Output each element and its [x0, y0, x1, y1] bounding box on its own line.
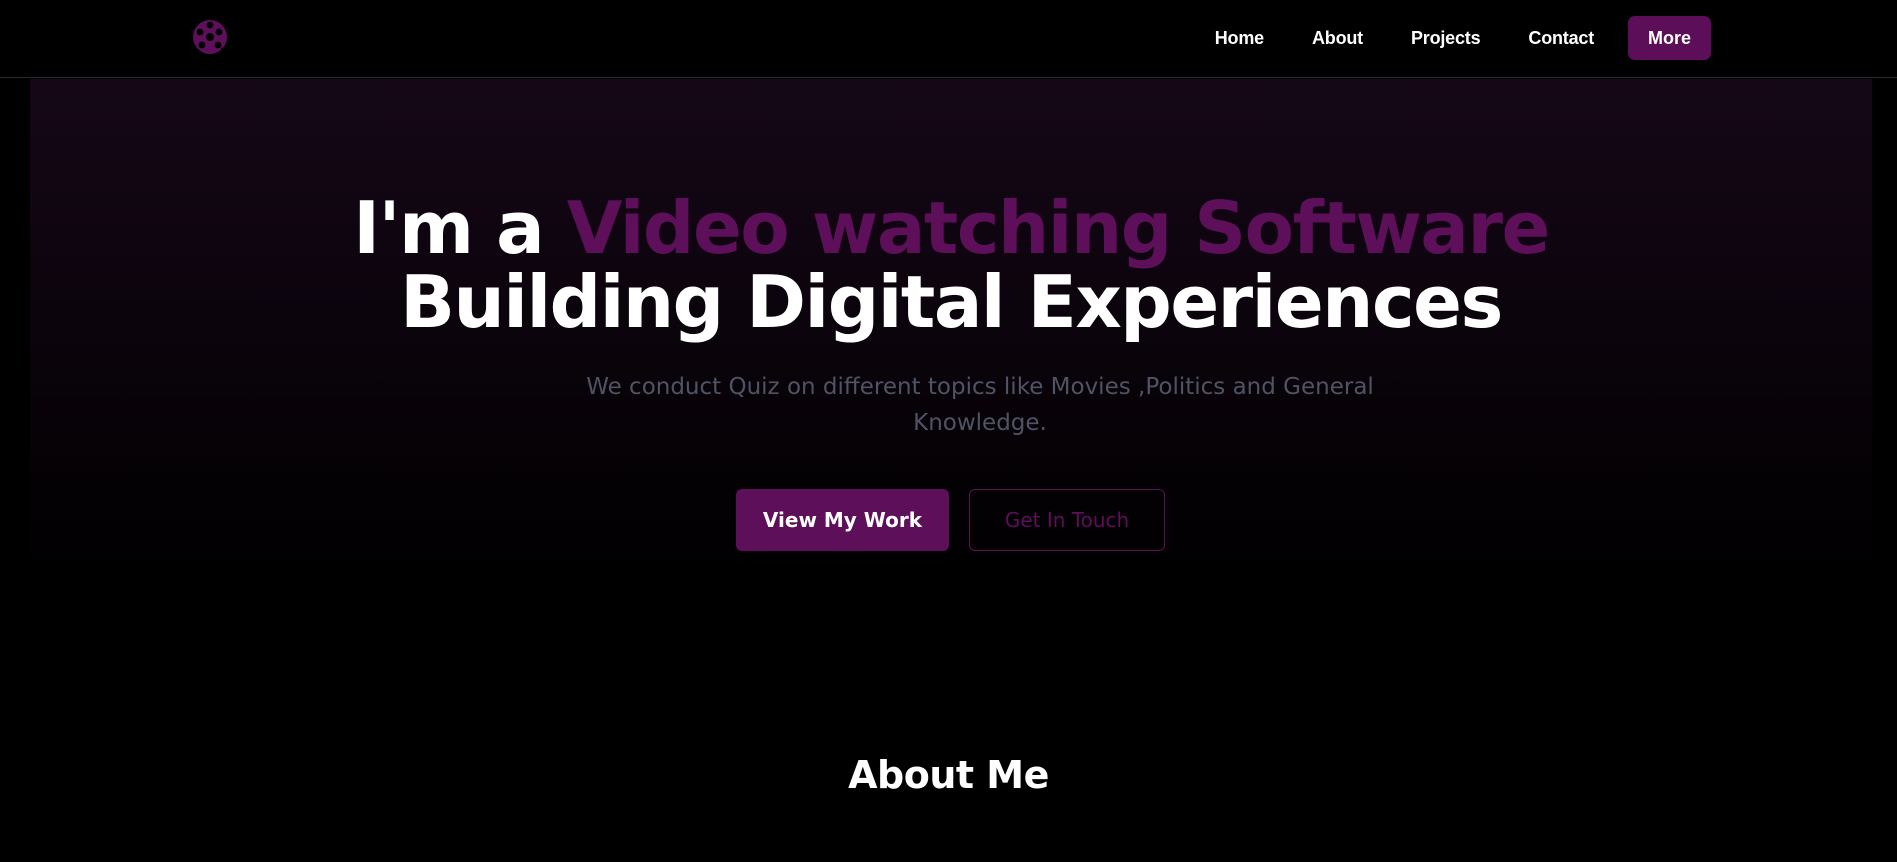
- nav-link-projects[interactable]: Projects: [1387, 16, 1504, 60]
- hero-subtitle: We conduct Quiz on different topics like…: [586, 374, 1374, 436]
- film-reel-icon[interactable]: [192, 18, 228, 56]
- hero-section: I'm a Video watching Software Building D…: [30, 79, 1872, 589]
- nav-link-home[interactable]: Home: [1191, 16, 1288, 60]
- nav-link-contact[interactable]: Contact: [1504, 16, 1618, 60]
- hero-title-line2: Building Digital Experiences: [400, 260, 1503, 344]
- nav-link-about[interactable]: About: [1288, 16, 1387, 60]
- hero-title-prefix: I'm a: [353, 186, 567, 270]
- navbar: Home About Projects Contact More: [0, 0, 1897, 78]
- about-heading: About Me: [848, 753, 1049, 797]
- nav-links: Home About Projects Contact More: [1191, 16, 1711, 60]
- more-button[interactable]: More: [1628, 16, 1711, 60]
- hero-title-accent: Video watching Software: [566, 186, 1551, 270]
- hero-title: I'm a Video watching Software Building D…: [30, 191, 1872, 339]
- get-in-touch-button[interactable]: Get In Touch: [969, 489, 1165, 551]
- view-my-work-button[interactable]: View My Work: [736, 489, 949, 551]
